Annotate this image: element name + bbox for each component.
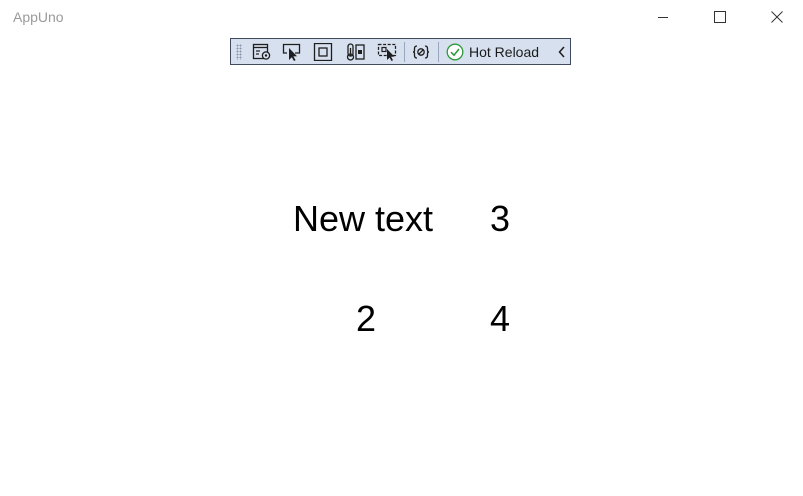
text-new-text: New text (293, 198, 434, 239)
maximize-button[interactable] (697, 0, 743, 34)
select-element-icon (282, 43, 301, 61)
preview-selection-button[interactable] (375, 41, 399, 63)
hot-reload-status-button[interactable]: Hot Reload (446, 41, 539, 63)
track-focused-element-button[interactable] (344, 41, 368, 63)
preview-selection-icon (377, 43, 397, 61)
display-layout-adorners-icon (313, 43, 333, 61)
text-four: 4 (490, 298, 511, 339)
title-bar[interactable]: AppUno (0, 0, 803, 34)
select-element-button[interactable] (280, 41, 304, 63)
binding-failures-button[interactable] (409, 41, 433, 63)
chevron-left-icon (558, 46, 565, 58)
text-two: 2 (356, 298, 377, 339)
window-title: AppUno (13, 9, 64, 25)
xaml-dev-toolbar: Hot Reload (230, 38, 571, 65)
collapse-toolbar-button[interactable] (555, 41, 569, 63)
binding-failures-icon (412, 45, 430, 59)
check-circle-icon (446, 43, 464, 61)
app-window: AppUno Hot Reload New text 3 2 4 (0, 0, 803, 496)
minimize-button[interactable] (640, 0, 686, 34)
track-focused-element-icon (346, 43, 365, 61)
close-icon (771, 11, 783, 23)
toolbar-separator (438, 42, 439, 62)
text-three: 3 (490, 198, 511, 239)
live-visual-tree-icon (252, 43, 271, 60)
close-button[interactable] (754, 0, 800, 34)
maximize-icon (714, 11, 726, 23)
toolbar-separator (404, 42, 405, 62)
toolbar-grip-handle[interactable] (236, 44, 242, 60)
minimize-icon (658, 17, 668, 18)
live-visual-tree-button[interactable] (250, 41, 274, 63)
hot-reload-label: Hot Reload (469, 44, 540, 60)
layout-adorners-button[interactable] (311, 41, 335, 63)
